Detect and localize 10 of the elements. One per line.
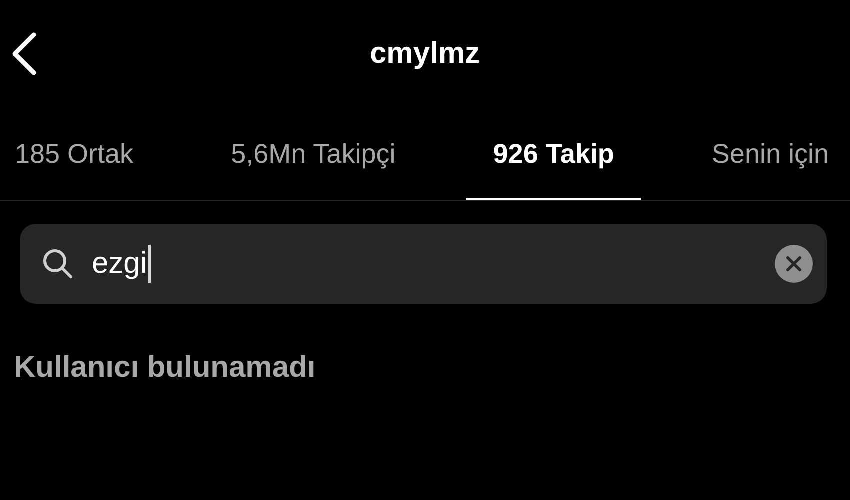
search-icon xyxy=(42,248,74,280)
search-field[interactable]: ezgi xyxy=(20,224,827,304)
close-icon xyxy=(786,256,802,272)
clear-button[interactable] xyxy=(775,245,813,283)
back-icon xyxy=(11,32,37,76)
tab[interactable]: 5,6Mn Takipçi xyxy=(204,110,423,200)
profile-username: cmylmz xyxy=(370,37,480,71)
no-results-message: Kullanıcı bulunamadı xyxy=(14,351,317,385)
tab[interactable]: Senin için xyxy=(684,110,850,200)
tab[interactable]: 185 Ortak xyxy=(0,110,161,200)
